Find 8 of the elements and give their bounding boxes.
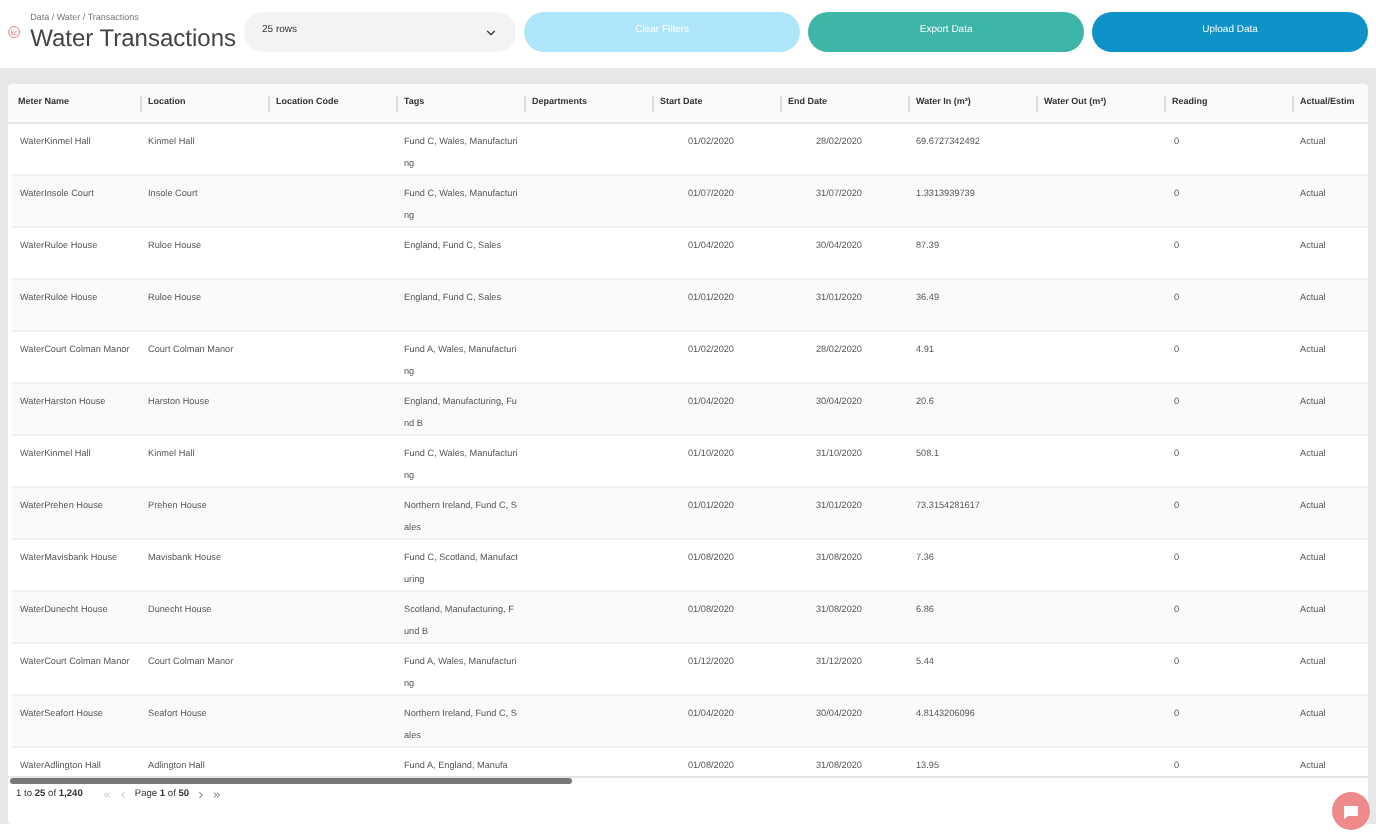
previous-page-icon[interactable] (118, 790, 129, 800)
page-title: Water Transactions (30, 24, 236, 53)
horizontal-scrollbar[interactable] (10, 778, 572, 784)
chevron-down-icon (484, 25, 499, 39)
next-page-icon[interactable] (195, 790, 206, 800)
last-page-icon[interactable] (211, 790, 222, 800)
first-page-icon[interactable] (102, 790, 113, 800)
chat-bubble-icon (1342, 803, 1360, 819)
